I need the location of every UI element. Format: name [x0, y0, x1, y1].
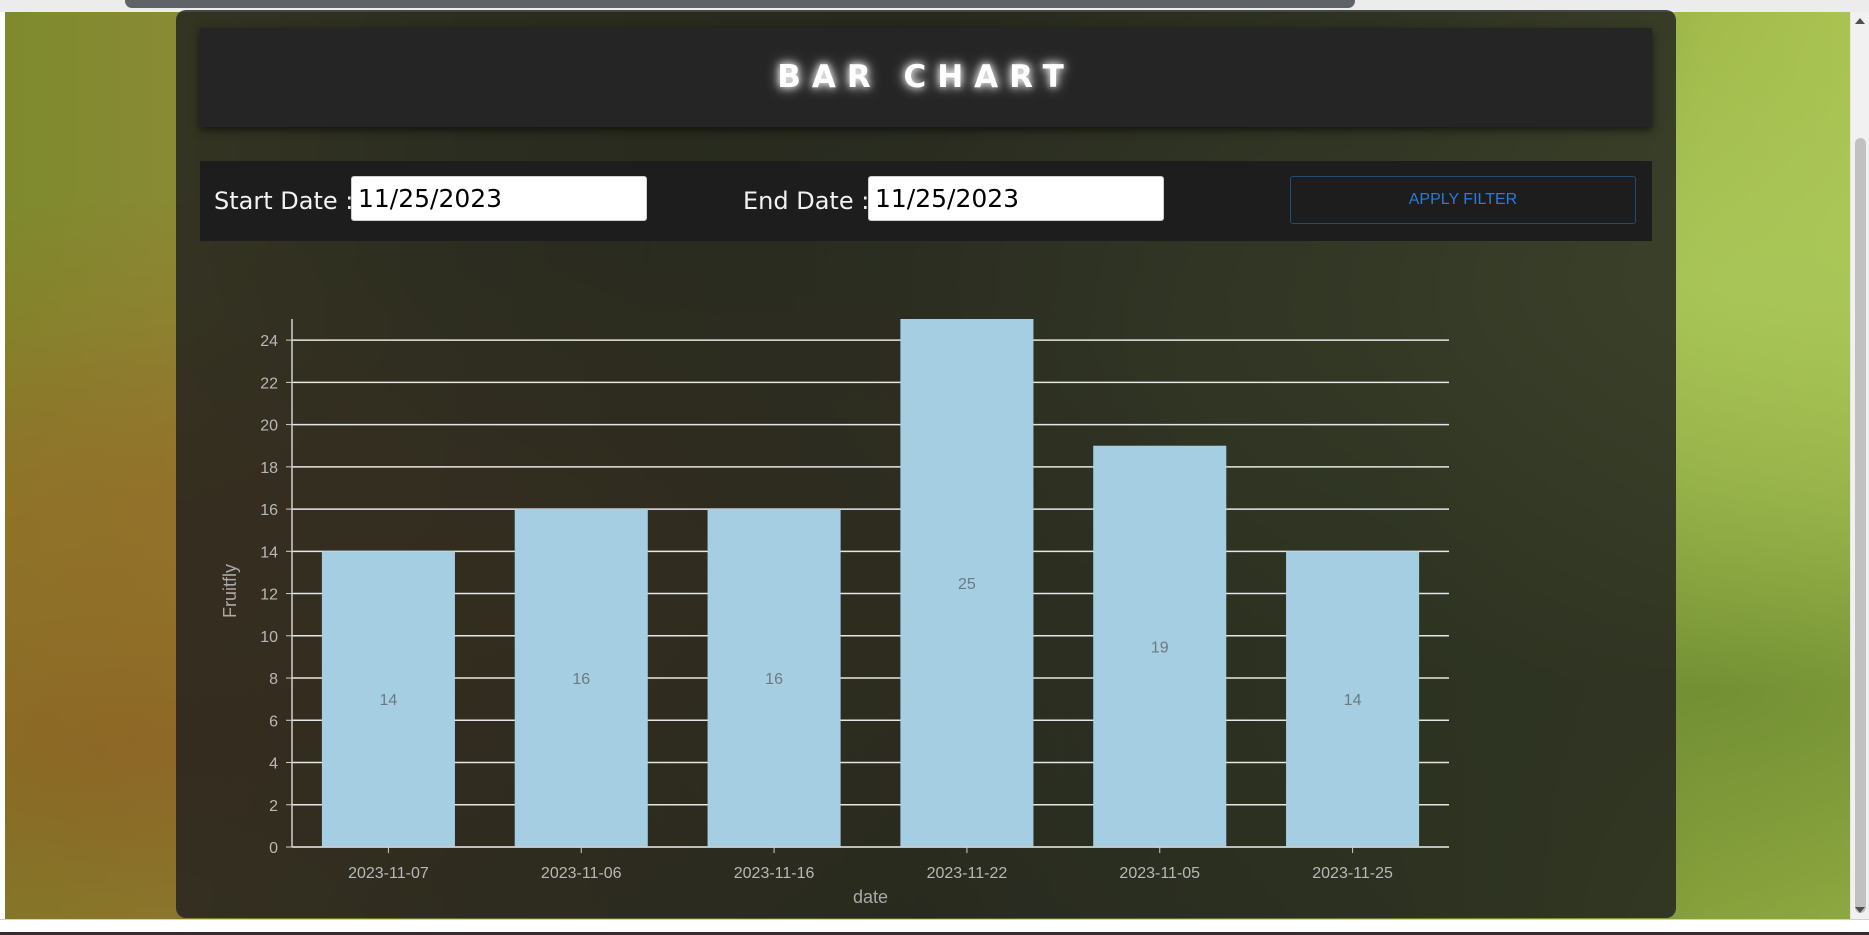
x-tick-label: 2023-11-25 — [1312, 865, 1393, 882]
bar-value-label: 16 — [765, 671, 783, 688]
y-tick-label: 12 — [260, 587, 278, 604]
x-tick-label: 2023-11-16 — [734, 865, 815, 882]
bar-value-label: 14 — [1344, 692, 1362, 709]
y-tick-label: 8 — [269, 671, 278, 688]
x-axis-title: date — [853, 887, 888, 907]
scroll-up-arrow-icon[interactable] — [1855, 18, 1865, 24]
vertical-scrollbar[interactable] — [1850, 12, 1869, 919]
x-tick-labels: 2023-11-07 2023-11-06 2023-11-16 2023-11-22… — [348, 865, 1393, 882]
y-tick-label: 22 — [260, 375, 278, 392]
y-tick-label: 10 — [260, 629, 278, 646]
y-tick-label: 24 — [260, 333, 278, 350]
x-tick-label: 2023-11-06 — [541, 865, 622, 882]
grid-lines — [292, 339, 1449, 848]
bar-value-label: 19 — [1151, 639, 1169, 656]
scroll-down-arrow-icon[interactable] — [1855, 907, 1865, 913]
y-tick-label: 0 — [269, 840, 278, 857]
y-tick-label: 2 — [269, 798, 278, 815]
bars: 14 16 16 25 19 14 — [321, 319, 1420, 847]
bar-chart: 1416 16251914 024681012141618202224 2023-… — [220, 319, 1449, 907]
y-tick-labels: 024681012141618202224 — [260, 333, 278, 857]
axes — [286, 319, 1449, 853]
x-tick-label: 2023-11-05 — [1119, 865, 1200, 882]
y-tick-label: 14 — [260, 544, 278, 561]
window-bottom-bar — [0, 919, 1869, 935]
bar-value-label: 25 — [958, 576, 976, 593]
y-axis-title: Fruitfly — [220, 564, 240, 618]
y-tick-label: 20 — [260, 418, 278, 435]
y-tick-label: 4 — [269, 756, 278, 773]
bar-value-label: 14 — [380, 692, 398, 709]
x-tick-label: 2023-11-22 — [927, 865, 1008, 882]
y-tick-label: 6 — [269, 713, 278, 730]
y-tick-label: 18 — [260, 460, 278, 477]
scroll-thumb[interactable] — [1855, 138, 1866, 913]
bar-value-label: 16 — [572, 671, 590, 688]
x-tick-label: 2023-11-07 — [348, 865, 429, 882]
y-tick-label: 16 — [260, 502, 278, 519]
